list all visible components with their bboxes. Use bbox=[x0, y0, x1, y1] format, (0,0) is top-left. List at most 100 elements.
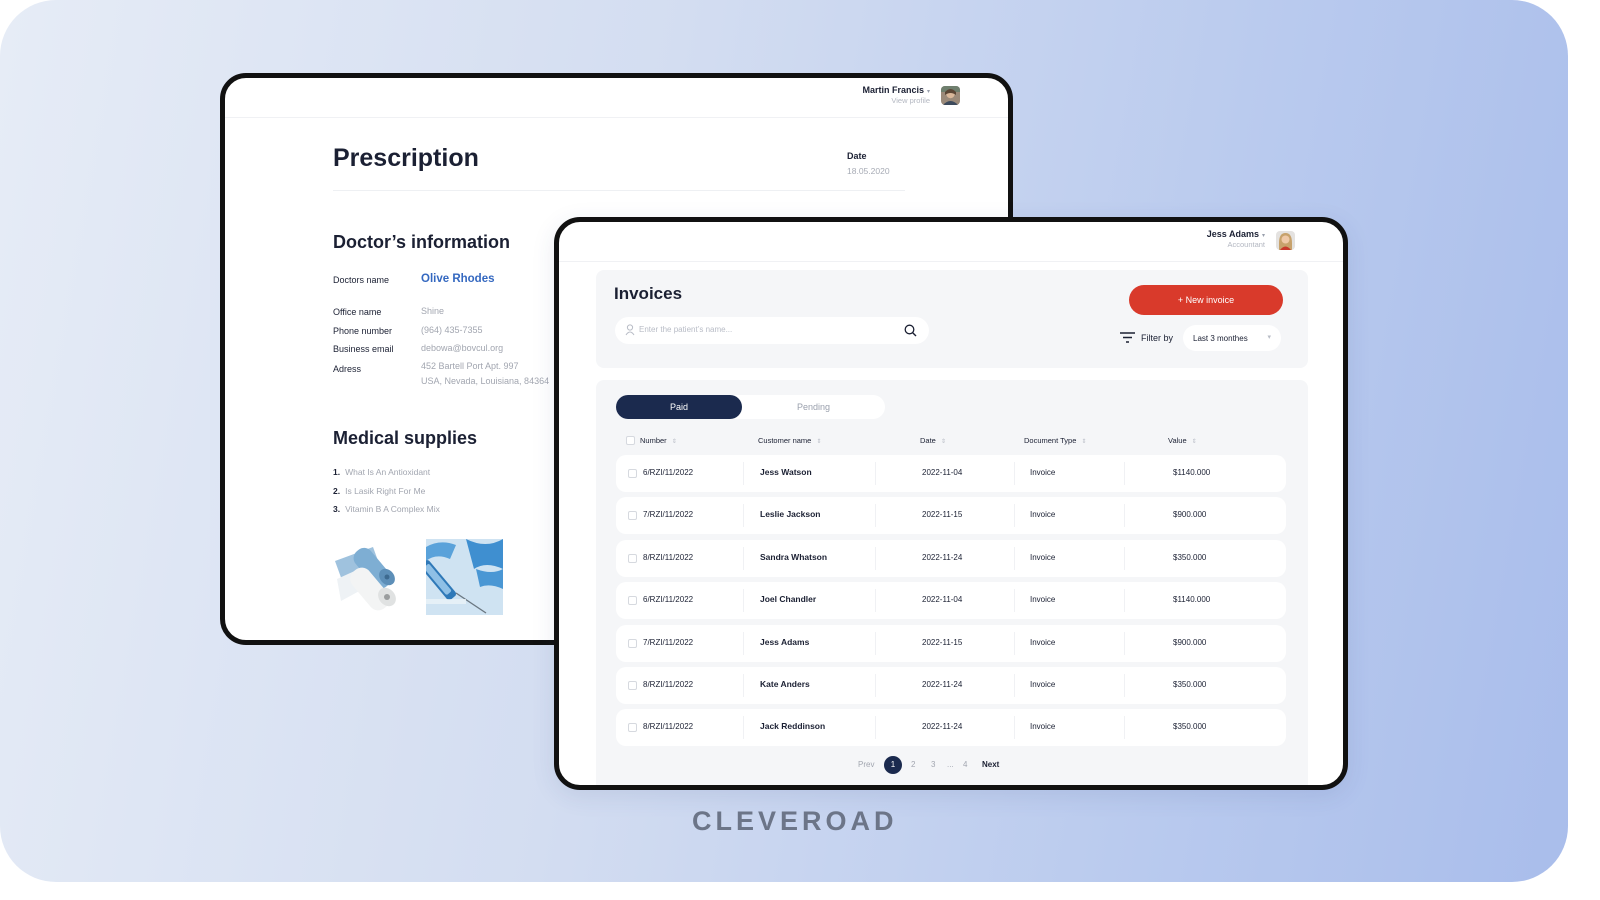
cell-date: 2022-11-04 bbox=[922, 595, 963, 605]
cell-value: $350.000 bbox=[1173, 552, 1207, 562]
cell-date: 2022-11-15 bbox=[922, 510, 963, 520]
column-document-type[interactable]: Document Type ⇕ bbox=[1024, 436, 1086, 445]
cell-number: 7/RZI/11/2022 bbox=[643, 637, 694, 647]
table-row[interactable]: 8/RZI/11/2022 Kate Anders 2022-11-24 Invoic… bbox=[616, 667, 1286, 704]
page-title: Invoices bbox=[614, 284, 683, 303]
row-checkbox[interactable] bbox=[628, 596, 637, 606]
filter-icon[interactable] bbox=[1120, 332, 1135, 343]
invoices-table-panel: Paid Pending Number ⇕ Customer name ⇕ Date… bbox=[596, 380, 1308, 785]
next-page-button[interactable]: Next bbox=[982, 760, 999, 769]
tab-pending[interactable]: Pending bbox=[746, 395, 881, 419]
user-menu[interactable]: Martin Francis ▾ View profile bbox=[862, 85, 930, 105]
invoices-topbar: Jess Adams ▾ Accountant bbox=[559, 222, 1343, 262]
cell-value: $900.000 bbox=[1173, 637, 1207, 647]
column-divider bbox=[875, 504, 876, 528]
column-divider bbox=[1014, 631, 1015, 655]
table-row[interactable]: 6/RZI/11/2022 Jess Watson 2022-11-04 Invoic… bbox=[616, 455, 1286, 492]
filter-dropdown[interactable]: Last 3 monthes ▾ bbox=[1183, 325, 1281, 351]
table-row[interactable]: 7/RZI/11/2022 Jess Adams 2022-11-15 Invoice… bbox=[616, 624, 1286, 662]
user-icon bbox=[625, 324, 635, 336]
sort-icon: ⇕ bbox=[940, 439, 946, 445]
cell-value: $900.000 bbox=[1173, 510, 1207, 520]
tab-paid[interactable]: Paid bbox=[616, 395, 742, 419]
cell-number: 8/RZI/11/2022 bbox=[643, 722, 694, 732]
cell-date: 2022-11-24 bbox=[922, 552, 963, 562]
cell-date: 2022-11-04 bbox=[922, 468, 963, 477]
user-avatar-icon bbox=[941, 86, 960, 105]
list-item: 3. Vitamin B A Complex Mix bbox=[333, 504, 440, 514]
sort-icon: ⇕ bbox=[1081, 439, 1087, 445]
row-checkbox[interactable] bbox=[628, 681, 637, 690]
page-1-button[interactable]: 1 bbox=[884, 756, 902, 774]
cell-document-type: Invoice bbox=[1030, 468, 1056, 477]
cell-document-type: Invoice bbox=[1030, 722, 1056, 732]
column-customer[interactable]: Customer name ⇕ bbox=[758, 436, 821, 445]
column-divider bbox=[743, 546, 744, 570]
cell-value: $350.000 bbox=[1173, 722, 1207, 732]
prev-page-button[interactable]: Prev bbox=[858, 760, 874, 769]
syringe-image[interactable] bbox=[426, 539, 503, 615]
column-divider bbox=[1124, 462, 1125, 485]
cell-customer: Leslie Jackson bbox=[760, 509, 821, 520]
column-divider bbox=[1124, 546, 1125, 570]
row-checkbox[interactable] bbox=[628, 553, 637, 563]
user-name: Jess Adams bbox=[1206, 229, 1259, 239]
table-row[interactable]: 8/RZI/11/2022 Jack Reddinson 2022-11-24 Inv… bbox=[616, 709, 1286, 747]
column-divider bbox=[1124, 674, 1125, 697]
pagination: Prev 1 2 3 ... 4 Next bbox=[596, 756, 1308, 774]
page-ellipsis: ... bbox=[947, 760, 954, 769]
paper-rolls-image[interactable] bbox=[333, 539, 410, 615]
column-divider bbox=[1014, 716, 1015, 740]
row-checkbox[interactable] bbox=[628, 723, 637, 733]
row-checkbox[interactable] bbox=[628, 638, 637, 648]
page-3-button[interactable]: 3 bbox=[931, 760, 935, 769]
search-input[interactable]: Enter the patient’s name... bbox=[615, 317, 929, 344]
divider bbox=[333, 190, 905, 191]
column-divider bbox=[743, 674, 744, 697]
chevron-down-icon: ▾ bbox=[1261, 233, 1265, 239]
column-value[interactable]: Value ⇕ bbox=[1168, 436, 1197, 445]
cell-value: $1140.000 bbox=[1173, 595, 1211, 605]
column-divider bbox=[1124, 589, 1125, 613]
column-divider bbox=[1014, 504, 1015, 528]
column-divider bbox=[1014, 546, 1015, 570]
table-row[interactable]: 8/RZI/11/2022 Sandra Whatson 2022-11-24 Inv… bbox=[616, 539, 1286, 577]
column-divider bbox=[743, 589, 744, 613]
table-row[interactable]: 6/RZI/11/2022 Joel Chandler 2022-11-04 Invo… bbox=[616, 582, 1286, 620]
cell-value: $1140.000 bbox=[1173, 468, 1211, 477]
view-profile-link[interactable]: View profile bbox=[862, 96, 930, 105]
invoices-screen: Jess Adams ▾ Accountant Invoices Enter th… bbox=[554, 217, 1348, 790]
date-value: 18.05.2020 bbox=[847, 166, 890, 176]
search-icon[interactable] bbox=[904, 324, 917, 337]
column-date[interactable]: Date ⇕ bbox=[920, 436, 946, 445]
field-label: Business email bbox=[333, 344, 394, 354]
prescription-topbar: Martin Francis ▾ View profile bbox=[225, 78, 1008, 118]
sort-icon: ⇕ bbox=[816, 439, 822, 445]
select-all-checkbox[interactable] bbox=[626, 436, 635, 445]
chevron-down-icon: ▾ bbox=[926, 89, 930, 95]
avatar[interactable] bbox=[1276, 231, 1295, 250]
cell-number: 6/RZI/11/2022 bbox=[643, 468, 694, 477]
column-number[interactable]: Number ⇕ bbox=[640, 436, 677, 445]
doctor-name-link[interactable]: Olive Rhodes bbox=[421, 273, 495, 285]
user-menu[interactable]: Jess Adams ▾ Accountant bbox=[1207, 229, 1265, 249]
sort-icon: ⇕ bbox=[671, 439, 677, 445]
list-item: 2. Is Lasik Right For Me bbox=[333, 485, 426, 496]
row-checkbox[interactable] bbox=[628, 469, 637, 478]
search-placeholder: Enter the patient’s name... bbox=[639, 325, 733, 334]
cell-customer: Jess Adams bbox=[760, 636, 810, 647]
column-divider bbox=[1014, 589, 1015, 613]
table-row[interactable]: 7/RZI/11/2022 Leslie Jackson 2022-11-15 Inv… bbox=[616, 497, 1286, 535]
column-divider bbox=[743, 504, 744, 528]
avatar[interactable] bbox=[941, 86, 960, 105]
cell-customer: Jess Watson bbox=[760, 467, 812, 477]
field-value: 452 Bartell Port Apt. 997 bbox=[421, 361, 519, 371]
column-divider bbox=[875, 716, 876, 740]
new-invoice-button[interactable]: + New invoice bbox=[1129, 285, 1283, 315]
cell-document-type: Invoice bbox=[1030, 552, 1056, 562]
cell-document-type: Invoice bbox=[1030, 510, 1056, 520]
page-4-button[interactable]: 4 bbox=[963, 760, 967, 769]
row-checkbox[interactable] bbox=[628, 511, 637, 521]
column-divider bbox=[1124, 716, 1125, 740]
page-2-button[interactable]: 2 bbox=[911, 760, 915, 769]
